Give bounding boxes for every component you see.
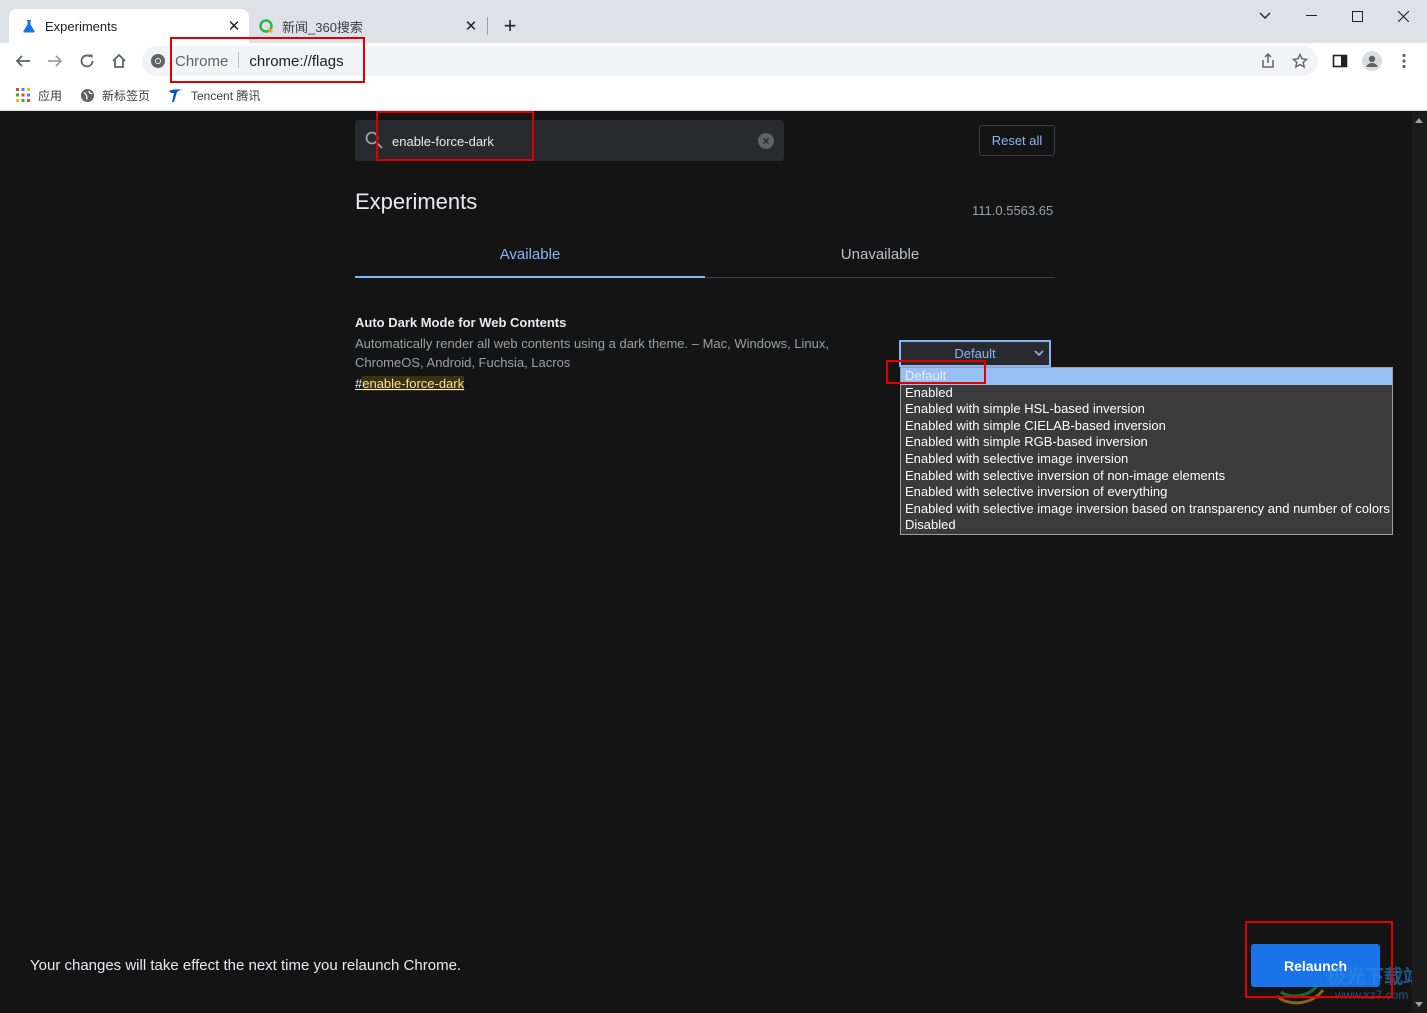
page-scrollbar[interactable] xyxy=(1412,112,1427,1013)
maximize-button[interactable] xyxy=(1334,4,1380,28)
maximize-icon xyxy=(1351,10,1363,22)
side-panel-button[interactable] xyxy=(1326,47,1354,75)
chrome-icon xyxy=(151,54,165,68)
select-value: Default xyxy=(954,346,996,361)
highlight-box-search xyxy=(376,111,534,161)
forward-arrow-icon xyxy=(48,55,63,67)
content-tabs: Available Unavailable xyxy=(355,240,1055,278)
home-button[interactable] xyxy=(105,47,133,75)
minimize-button[interactable] xyxy=(1288,4,1334,28)
flag-options-dropdown: Default Enabled Enabled with simple HSL-… xyxy=(900,367,1393,535)
relaunch-message: Your changes will take effect the next t… xyxy=(30,957,462,974)
tab-title: Experiments xyxy=(45,18,118,34)
bookmark-label: 应用 xyxy=(38,88,63,103)
scroll-down-icon[interactable] xyxy=(1415,1002,1423,1007)
reload-button[interactable] xyxy=(73,47,101,75)
option-hsl-inversion[interactable]: Enabled with simple HSL-based inversion xyxy=(901,401,1392,418)
tab-title: 新闻_360搜索 xyxy=(282,19,363,35)
scroll-up-icon[interactable] xyxy=(1415,118,1423,123)
option-selective-non-image-inversion[interactable]: Enabled with selective inversion of non-… xyxy=(901,468,1392,485)
close-icon[interactable]: ✕ xyxy=(223,15,245,37)
star-icon xyxy=(1292,53,1308,69)
option-transparency-inversion[interactable]: Enabled with selective image inversion b… xyxy=(901,501,1392,518)
clear-search-icon[interactable]: × xyxy=(758,133,774,149)
bookmark-label: Tencent 腾讯 xyxy=(191,88,261,103)
bookmark-new-tab[interactable]: 新标签页 xyxy=(79,85,150,105)
flags-page: × Reset all Experiments 111.0.5563.65 Av… xyxy=(0,112,1427,1013)
share-icon xyxy=(1262,53,1274,68)
back-arrow-icon xyxy=(15,55,30,67)
chevron-down-icon xyxy=(1259,12,1271,19)
reset-all-button[interactable]: Reset all xyxy=(979,125,1055,156)
page-title: Experiments xyxy=(355,189,478,214)
avatar-icon xyxy=(1362,51,1382,71)
close-icon xyxy=(1397,10,1409,22)
bookmark-apps[interactable]: 应用 xyxy=(15,85,62,105)
kebab-menu-icon xyxy=(1402,53,1406,69)
bookmark-star-button[interactable] xyxy=(1290,51,1310,71)
tab-search-button[interactable] xyxy=(1242,4,1288,28)
option-enabled[interactable]: Enabled xyxy=(901,385,1392,402)
highlight-box-default-option xyxy=(886,360,986,384)
home-icon xyxy=(112,53,126,68)
new-tab-button[interactable]: + xyxy=(497,13,523,39)
profile-button[interactable] xyxy=(1358,47,1386,75)
menu-button[interactable] xyxy=(1390,47,1418,75)
tab-unavailable[interactable]: Unavailable xyxy=(705,240,1055,278)
option-cielab-inversion[interactable]: Enabled with simple CIELAB-based inversi… xyxy=(901,418,1392,435)
chevron-down-icon xyxy=(1034,342,1044,365)
close-window-button[interactable] xyxy=(1380,4,1426,28)
tab-separator xyxy=(487,17,488,35)
360-search-icon xyxy=(258,18,274,34)
option-rgb-inversion[interactable]: Enabled with simple RGB-based inversion xyxy=(901,434,1392,451)
close-icon[interactable]: ✕ xyxy=(460,15,482,37)
reload-icon xyxy=(80,54,94,68)
apps-grid-icon xyxy=(15,87,31,103)
back-button[interactable] xyxy=(9,47,37,75)
tencent-icon xyxy=(168,87,184,103)
bookmark-label: 新标签页 xyxy=(102,88,151,103)
forward-button[interactable] xyxy=(41,47,69,75)
highlight-box-relaunch xyxy=(1245,921,1393,998)
flag-title: Auto Dark Mode for Web Contents xyxy=(355,315,567,330)
tab-available[interactable]: Available xyxy=(355,240,705,278)
highlight-box-url xyxy=(170,37,365,83)
flag-description: Automatically render all web contents us… xyxy=(355,336,830,370)
flag-permalink[interactable]: #enable-force-dark xyxy=(355,376,465,391)
option-disabled[interactable]: Disabled xyxy=(901,517,1392,534)
flag-link-name: enable-force-dark xyxy=(362,376,465,391)
bookmarks-bar: 应用 新标签页 Tencent 腾讯 xyxy=(0,79,1427,111)
flask-icon xyxy=(21,18,37,34)
option-selective-image-inversion[interactable]: Enabled with selective image inversion xyxy=(901,451,1392,468)
share-button[interactable] xyxy=(1258,51,1278,71)
side-panel-icon xyxy=(1332,54,1348,68)
minimize-icon xyxy=(1305,15,1317,16)
option-selective-everything-inversion[interactable]: Enabled with selective inversion of ever… xyxy=(901,484,1392,501)
version-label: 111.0.5563.65 xyxy=(972,203,1054,218)
bookmark-tencent[interactable]: Tencent 腾讯 xyxy=(168,85,260,105)
globe-icon xyxy=(79,87,95,103)
